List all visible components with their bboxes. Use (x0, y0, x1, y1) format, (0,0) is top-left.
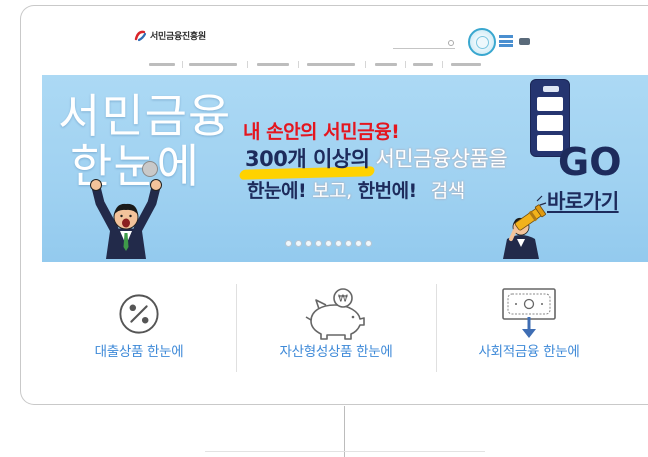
slide-dot[interactable] (305, 240, 312, 247)
nav-item[interactable] (375, 63, 397, 66)
slide-pagination (285, 240, 372, 247)
category-social-finance[interactable]: 사회적금융 한눈에 (439, 287, 619, 367)
copy-at-once: 한번에! (357, 180, 418, 202)
category-loan-products[interactable]: 대출상품 한눈에 (49, 287, 229, 367)
base-divider-line (205, 451, 485, 452)
nav-item[interactable] (149, 63, 175, 66)
go-shortcut-link[interactable]: 바로가기 (547, 185, 619, 214)
copy-at-a-glance: 한눈에! (247, 180, 307, 202)
slide-dot[interactable] (345, 240, 352, 247)
nav-item[interactable] (451, 63, 481, 66)
slide-dot[interactable] (325, 240, 332, 247)
search-icon[interactable] (448, 40, 454, 46)
site-logo[interactable]: 서민금융진흥원 (134, 27, 206, 43)
category-label: 사회적금융 한눈에 (478, 344, 580, 360)
category-divider (236, 284, 237, 372)
cheering-man-illustration (90, 179, 162, 259)
nav-separator (247, 61, 248, 68)
menu-icon[interactable] (499, 35, 513, 47)
go-button-label[interactable]: GO (558, 143, 622, 181)
logo-text: 서민금융진흥원 (150, 31, 206, 42)
category-asset-building-products[interactable]: ₩ 자산형성상품 한눈에 (246, 287, 426, 367)
mascot-face-icon (142, 161, 158, 177)
banner-headline-line1: 서민금융 (58, 89, 232, 143)
nav-item[interactable] (413, 63, 433, 66)
banner-copy-line2: 한눈에! 보고, 한번에! 검색 (247, 180, 465, 203)
piggy-bank-icon: ₩ (305, 288, 365, 340)
copy-search: 검색 (430, 180, 465, 202)
banner-copy-line1: 300개 이상의 서민금융상품을 (245, 147, 508, 172)
website-preview-card: 서민금융진흥원 서민금융 한눈에 내 손안의 서민금융! 300개 이상의 서민… (20, 5, 648, 405)
nav-separator (405, 61, 406, 68)
nav-item[interactable] (189, 63, 237, 66)
slide-dot[interactable] (355, 240, 362, 247)
copy-product-count: 300개 이상의 (245, 147, 370, 171)
connector-line (344, 406, 345, 457)
category-label: 자산형성상품 한눈에 (279, 344, 393, 360)
slide-dot[interactable] (315, 240, 322, 247)
nav-item[interactable] (307, 63, 355, 66)
nav-separator (182, 61, 183, 68)
slide-dot[interactable] (285, 240, 292, 247)
banner-tagline: 내 손안의 서민금융! (243, 121, 400, 143)
slide-dot[interactable] (365, 240, 372, 247)
category-divider (436, 284, 437, 372)
search-input[interactable] (393, 39, 455, 49)
main-nav (21, 61, 627, 69)
slide-dot[interactable] (335, 240, 342, 247)
copy-see: 보고, (312, 180, 352, 202)
slide-dot[interactable] (295, 240, 302, 247)
logo-mark-icon (134, 30, 147, 41)
nav-item[interactable] (257, 63, 289, 66)
coin-won-symbol: ₩ (338, 294, 348, 305)
bill-download-icon (502, 288, 556, 338)
copy-product-label: 서민금융상품을 (375, 147, 508, 171)
category-label: 대출상품 한눈에 (94, 344, 184, 360)
nav-separator (298, 61, 299, 68)
utility-icon[interactable] (519, 38, 530, 45)
nav-separator (365, 61, 366, 68)
hero-banner[interactable]: 서민금융 한눈에 내 손안의 서민금융! 300개 이상의 서민금융상품을 한눈에… (42, 75, 648, 262)
nav-separator (442, 61, 443, 68)
percent-circle-icon (119, 294, 159, 334)
telescope-man-illustration (503, 195, 547, 259)
brand-emblem-icon[interactable] (468, 28, 496, 56)
